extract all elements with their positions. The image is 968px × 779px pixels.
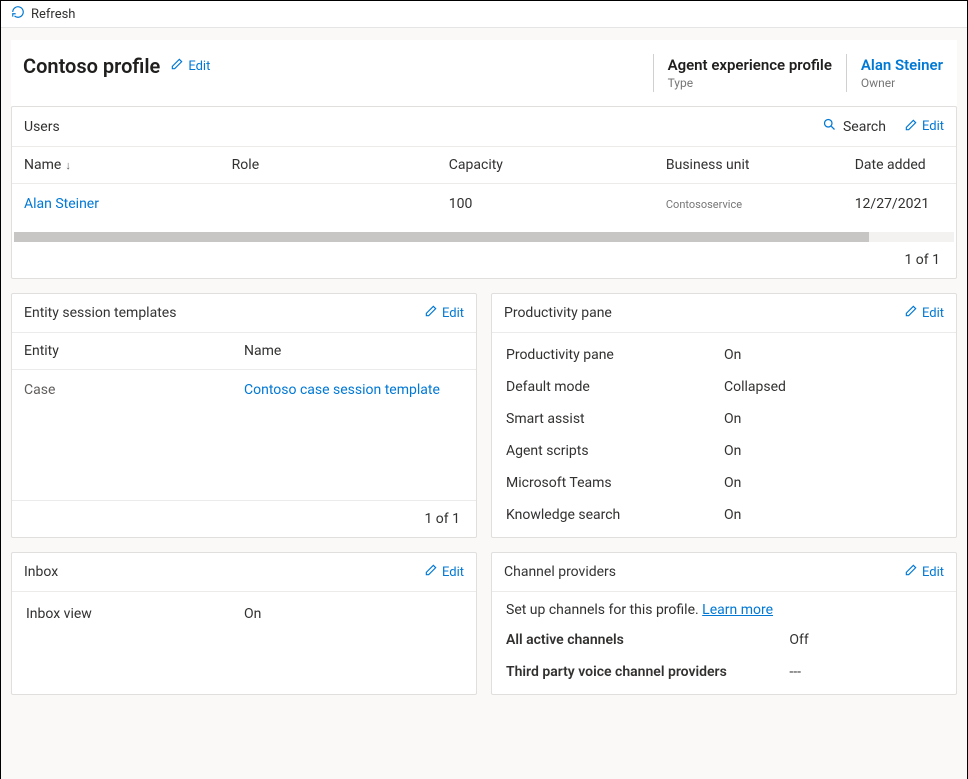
refresh-label[interactable]: Refresh [31,7,75,22]
channel-providers-edit-label: Edit [922,565,944,580]
user-capacity: 100 [437,184,654,233]
refresh-icon[interactable] [11,5,25,23]
col-capacity[interactable]: Capacity [437,147,654,184]
pencil-icon [904,304,918,322]
kv-key: Default mode [506,379,724,395]
col-template-name[interactable]: Name [244,343,464,359]
productivity-pane-title: Productivity pane [504,305,612,321]
entity-templates-edit-button[interactable]: Edit [424,304,464,322]
users-edit-button[interactable]: Edit [904,118,944,136]
users-search-label: Search [843,119,886,135]
entity-templates-footer: 1 of 1 [12,500,476,537]
meta-owner-label: Owner [861,76,943,90]
channel-providers-card: Channel providers Edit Set up channels f… [491,552,957,695]
col-business-unit[interactable]: Business unit [654,147,843,184]
list-item: Knowledge searchOn [492,499,956,531]
kv-value: On [724,443,942,459]
content-area: Contoso profile Edit Agent experience pr… [1,28,967,779]
kv-key: Inbox view [26,606,244,622]
list-item: Microsoft TeamsOn [492,467,956,499]
pencil-icon [170,57,184,75]
meta-owner-value[interactable]: Alan Steiner [861,56,943,74]
user-business-unit: Contososervice [666,198,742,211]
edit-profile-label: Edit [188,59,210,74]
entity-templates-card: Entity session templates Edit Entity Nam… [11,293,477,538]
kv-value: On [724,411,942,427]
channel-help-text-label: Set up channels for this profile. [506,602,699,618]
kv-value: --- [789,664,942,680]
scrollbar-thumb[interactable] [14,232,869,242]
table-row[interactable]: Case Contoso case session template [12,370,476,410]
inbox-edit-label: Edit [442,565,464,580]
list-item: Third party voice channel providers--- [492,656,956,688]
pencil-icon [904,563,918,581]
entity-templates-edit-label: Edit [442,306,464,321]
edit-profile-button[interactable]: Edit [170,57,210,75]
kv-value: Off [789,632,942,648]
kv-key: All active channels [506,632,789,648]
list-item: Smart assistOn [492,403,956,435]
users-card: Users Search Edit [11,106,957,279]
list-item: Agent scriptsOn [492,435,956,467]
kv-value: On [724,475,942,491]
col-entity[interactable]: Entity [24,343,244,359]
page-header: Contoso profile Edit Agent experience pr… [11,40,957,106]
list-item: Inbox viewOn [12,598,476,630]
user-name-link[interactable]: Alan Steiner [24,196,99,212]
topbar: Refresh [1,1,967,28]
channel-providers-title: Channel providers [504,564,616,580]
table-header-row: Name ↓ Role Capacity Business unit Date a… [12,147,956,184]
kv-key: Smart assist [506,411,724,427]
kv-key: Agent scripts [506,443,724,459]
kv-key: Knowledge search [506,507,724,523]
productivity-pane-edit-button[interactable]: Edit [904,304,944,322]
users-table: Name ↓ Role Capacity Business unit Date a… [12,147,956,232]
col-name[interactable]: Name ↓ [12,147,220,184]
kv-key: Productivity pane [506,347,724,363]
kv-key: Third party voice channel providers [506,664,789,680]
learn-more-link[interactable]: Learn more [702,602,773,618]
col-date-added[interactable]: Date added [843,147,956,184]
table-row[interactable]: Alan Steiner 100 Contososervice 12/27/20… [12,184,956,233]
pencil-icon [424,563,438,581]
kv-value: Collapsed [724,379,942,395]
users-search-button[interactable]: Search [822,117,886,136]
meta-type: Agent experience profile Type [653,54,846,92]
list-item: Default modeCollapsed [492,371,956,403]
user-date-added: 12/27/2021 [843,184,956,233]
meta-owner: Alan Steiner Owner [846,54,957,92]
inbox-edit-button[interactable]: Edit [424,563,464,581]
search-icon [822,117,837,136]
col-name-label: Name [24,157,61,173]
productivity-pane-card: Productivity pane Edit Productivity pane… [491,293,957,538]
meta-type-value: Agent experience profile [668,56,832,74]
entity-value: Case [24,382,244,398]
users-footer: 1 of 1 [12,242,956,278]
list-item: All active channelsOff [492,624,956,656]
user-role [220,184,437,233]
pencil-icon [424,304,438,322]
users-edit-label: Edit [922,119,944,134]
kv-key: Microsoft Teams [506,475,724,491]
list-item: Productivity paneOn [492,339,956,371]
users-title: Users [24,119,60,135]
kv-value: On [724,507,942,523]
kv-value: On [724,347,942,363]
meta-type-label: Type [668,76,832,90]
template-name-link[interactable]: Contoso case session template [244,382,464,398]
pencil-icon [904,118,918,136]
inbox-card: Inbox Edit Inbox viewOn [11,552,477,695]
horizontal-scrollbar[interactable] [14,232,954,242]
channel-help-text: Set up channels for this profile. Learn … [492,592,956,624]
channel-providers-edit-button[interactable]: Edit [904,563,944,581]
productivity-pane-edit-label: Edit [922,306,944,321]
col-role[interactable]: Role [220,147,437,184]
inbox-title: Inbox [24,564,58,580]
sort-down-icon: ↓ [65,159,71,172]
entity-templates-title: Entity session templates [24,305,176,321]
page-title: Contoso profile [23,54,160,78]
kv-value: On [244,606,462,622]
